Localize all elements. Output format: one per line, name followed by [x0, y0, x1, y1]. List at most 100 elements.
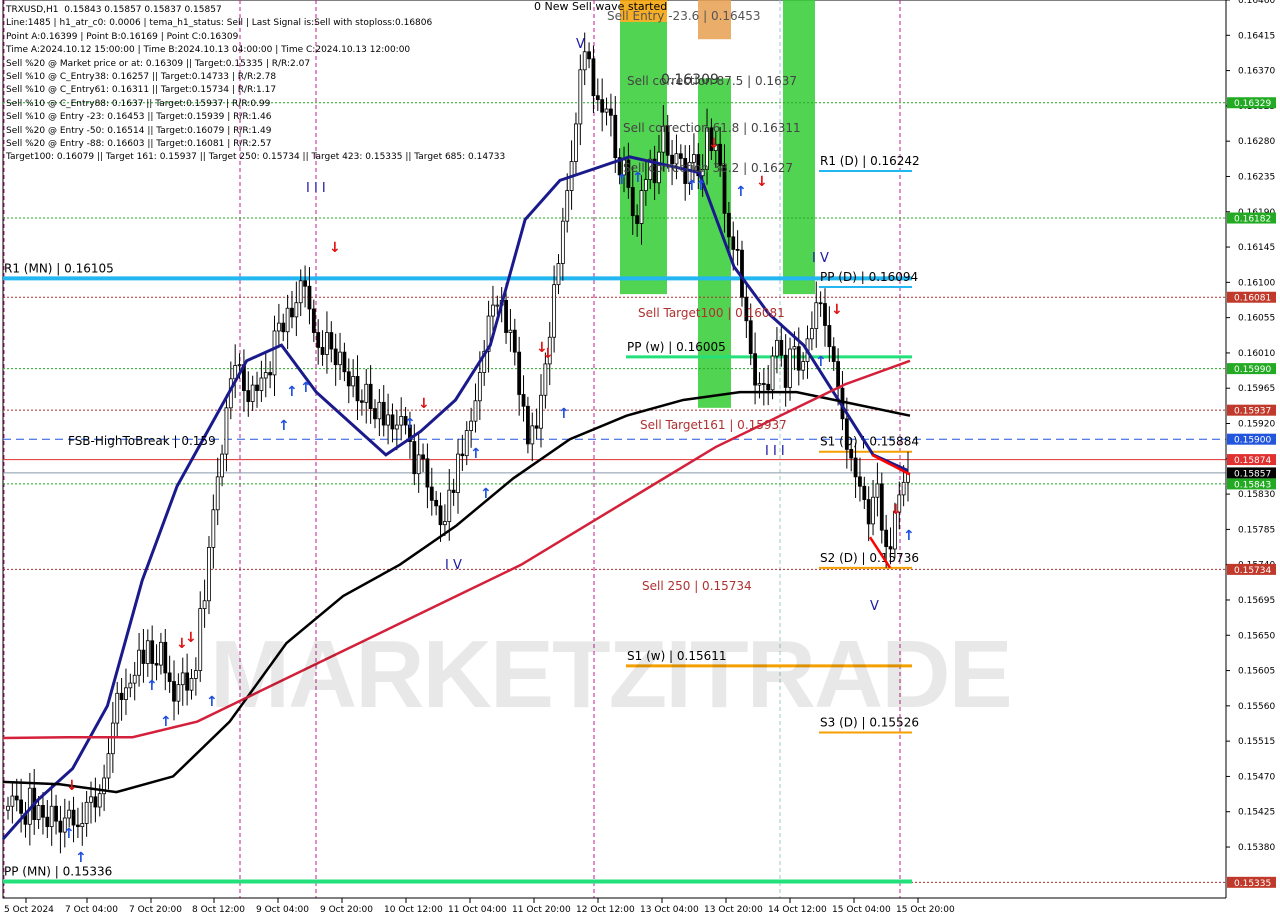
candle-body: [587, 51, 591, 60]
candle-body: [54, 805, 58, 822]
candle-body: [237, 364, 242, 367]
candle-body: [809, 328, 814, 340]
candle-body: [399, 416, 404, 426]
candle-body: [460, 453, 465, 457]
price-tag: 0.16329: [1234, 99, 1271, 109]
price-tick-label: 0.15695: [1238, 596, 1275, 606]
candle-body: [582, 51, 587, 71]
candle-body: [477, 372, 482, 402]
sell-arrow: ↓: [542, 346, 554, 362]
candle-body: [316, 332, 321, 348]
candle-body: [801, 361, 806, 371]
time-tick-label: 11 Oct 20:00: [512, 905, 571, 915]
wave-mark-1: V: [576, 37, 585, 52]
candle-body: [36, 805, 41, 820]
price-tick-label: 0.15560: [1238, 702, 1275, 712]
candle-body: [635, 215, 640, 224]
candle-body: [176, 684, 181, 702]
buy-arrow: ↑: [616, 172, 628, 188]
candle-body: [783, 354, 788, 388]
info-line: Sell %10 @ C_Entry61: 0.16311 || Target:…: [6, 85, 277, 96]
annotation-2: Sell correction 61.8 | 0.16311: [623, 121, 801, 135]
candle-body: [303, 280, 307, 287]
price-tag: 0.15734: [1234, 566, 1271, 576]
price-tick-label: 0.16415: [1238, 31, 1275, 41]
time-tick-label: 15 Oct 20:00: [896, 905, 955, 915]
sell-arrow: ↓: [756, 174, 768, 190]
candle-body: [858, 476, 862, 487]
wave-mark-2: I V: [445, 558, 462, 573]
candle-body: [119, 692, 124, 700]
candle-body: [512, 329, 517, 353]
price-tick-label: 0.16055: [1238, 314, 1275, 324]
candle-body: [604, 108, 609, 113]
candle-body: [521, 394, 526, 407]
wave-mark-5: V: [870, 599, 879, 614]
candle-body: [491, 304, 495, 317]
candle-body: [726, 212, 731, 238]
candle-body: [272, 330, 277, 376]
candle-body: [268, 372, 273, 376]
pivot-label-2: PP (w) | 0.16005: [627, 340, 726, 354]
candle-body: [434, 499, 439, 507]
price-tick-label: 0.16100: [1238, 278, 1275, 288]
sell-arrow: ↓: [890, 502, 902, 518]
time-tick-label: 10 Oct 12:00: [384, 905, 443, 915]
candle-body: [128, 682, 133, 689]
candle-body: [447, 489, 452, 522]
sell-arrow: ↓: [708, 136, 720, 152]
candle-body: [442, 521, 447, 526]
price-tick-label: 0.15605: [1238, 667, 1275, 677]
candle-body: [425, 458, 430, 488]
candle-body: [150, 640, 155, 664]
candle-body: [141, 649, 146, 664]
candle-body: [556, 263, 561, 286]
candle-body: [276, 322, 281, 332]
candle-body: [495, 304, 500, 307]
sell-arrow: ↓: [329, 240, 341, 256]
price-tick-label: 0.15425: [1238, 808, 1275, 818]
candle-body: [106, 753, 111, 779]
candle-body: [14, 795, 19, 801]
candle-body: [526, 405, 530, 445]
price-tick-label: 0.15470: [1238, 772, 1275, 782]
buy-arrow: ↑: [632, 170, 644, 186]
info-line: TRXUSD,H1 0.15843 0.15857 0.15837 0.1585…: [6, 5, 222, 15]
buy-arrow: ↑: [300, 380, 312, 396]
candle-body: [198, 608, 203, 671]
candle-body: [311, 308, 316, 333]
candle-body: [469, 420, 474, 431]
buy-arrow: ↑: [815, 354, 827, 370]
annotation-4: Sell Target100 | 0.16081: [638, 306, 785, 320]
buy-arrow: ↑: [286, 384, 298, 400]
price-tick-label: 0.16280: [1238, 137, 1275, 147]
info-line: Line:1485 | h1_atr_c0: 0.0006 | tema_h1_…: [6, 18, 433, 29]
candle-body: [163, 641, 168, 674]
buy-arrow: ↑: [160, 714, 172, 730]
candle-body: [172, 681, 176, 702]
candle-body: [220, 453, 224, 478]
price-tag: 0.15900: [1234, 436, 1271, 446]
buy-arrow: ↑: [695, 178, 707, 194]
time-tick-label: 15 Oct 04:00: [832, 905, 891, 915]
candle-body: [180, 672, 185, 686]
candle-body: [45, 816, 50, 828]
candle-body: [80, 823, 85, 828]
buy-arrow: ↑: [903, 528, 915, 544]
zone-green-3: [783, 0, 815, 295]
candle-body: [451, 489, 456, 493]
time-tick-label: 9 Oct 20:00: [320, 905, 373, 915]
candle-body: [381, 401, 386, 426]
candle-body: [543, 363, 548, 396]
wave-mark-4: I I I: [765, 444, 785, 459]
candle-body: [19, 799, 24, 814]
candle-body: [473, 400, 478, 422]
candle-body: [307, 285, 312, 310]
time-tick-label: 13 Oct 20:00: [704, 905, 763, 915]
candle-body: [595, 95, 600, 101]
candle-body: [137, 649, 141, 676]
candle-body: [386, 414, 390, 426]
candle-body: [849, 448, 854, 459]
info-line: Time A:2024.10.12 15:00:00 | Time B:2024…: [6, 45, 411, 56]
buy-arrow: ↑: [558, 406, 570, 422]
